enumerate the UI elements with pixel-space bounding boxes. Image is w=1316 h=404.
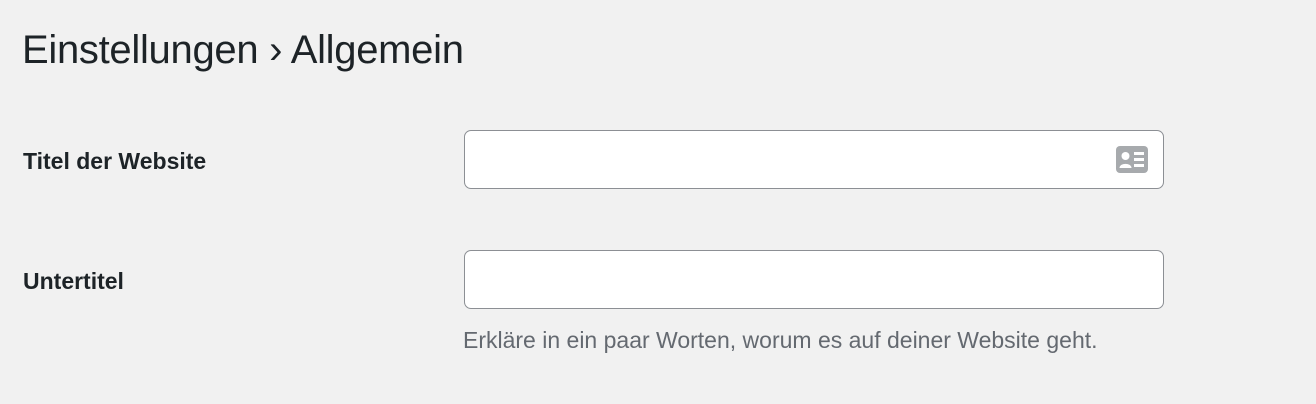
contact-card-icon[interactable] bbox=[1116, 146, 1148, 173]
site-title-label: Titel der Website bbox=[23, 148, 207, 174]
tagline-label: Untertitel bbox=[23, 268, 124, 294]
page-title: Einstellungen › Allgemein bbox=[22, 28, 464, 72]
site-title-input[interactable] bbox=[464, 130, 1164, 189]
tagline-description: Erkläre in ein paar Worten, worum es auf… bbox=[463, 327, 1098, 353]
tagline-input[interactable] bbox=[464, 250, 1164, 309]
